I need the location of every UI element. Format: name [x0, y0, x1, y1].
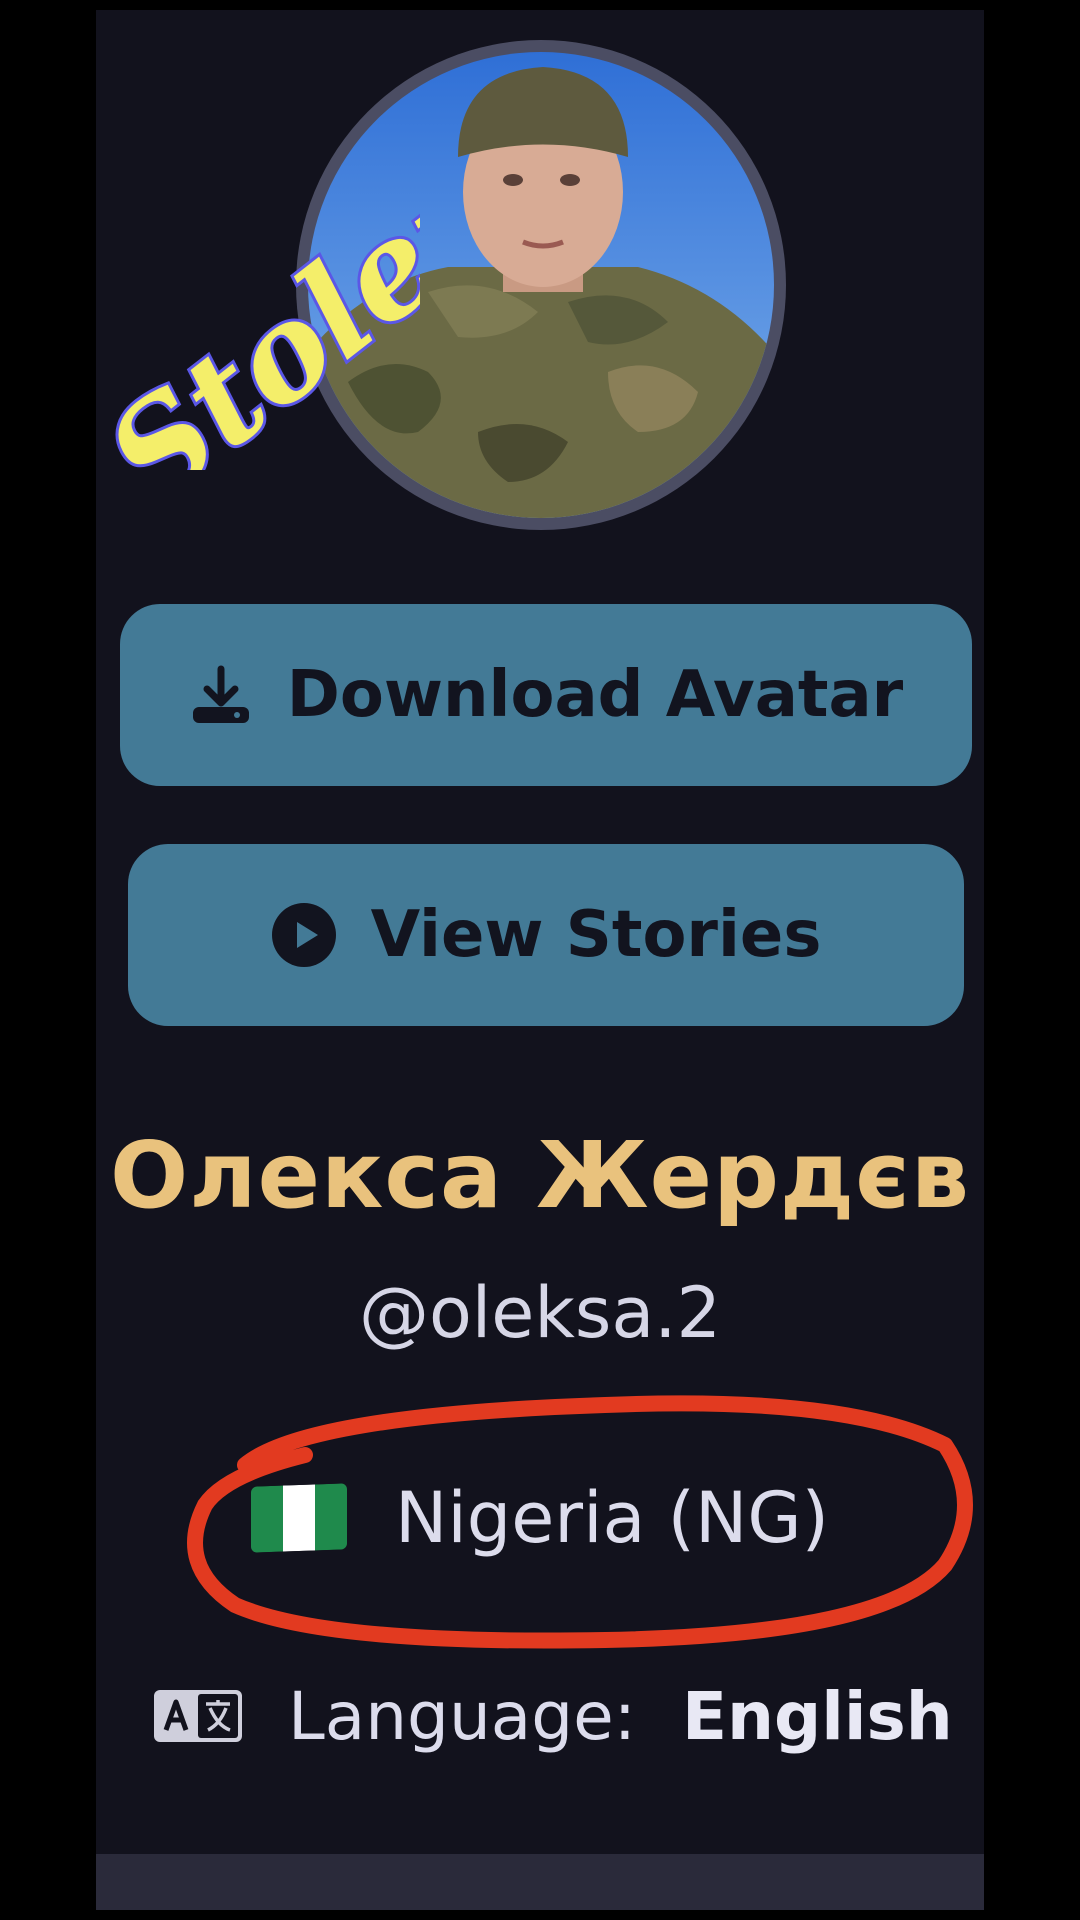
avatar-photo-drawing: [308, 52, 774, 518]
language-label: Language:: [288, 1677, 636, 1755]
language-row: Language: English: [154, 1676, 953, 1756]
screen: Download Avatar View Stories Олекса Жерд…: [0, 0, 1080, 1920]
country-row: Nigeria (NG): [251, 1477, 829, 1559]
country-name: Nigeria (NG): [395, 1477, 829, 1559]
avatar[interactable]: [296, 40, 786, 530]
play-circle-icon: [271, 902, 337, 968]
avatar-photo: [308, 52, 774, 518]
download-icon: [189, 663, 253, 727]
download-avatar-label: Download Avatar: [286, 658, 904, 732]
username-handle: @oleksa.2: [358, 1272, 722, 1354]
display-name: Олекса Жердєв: [109, 1122, 970, 1229]
view-stories-button[interactable]: View Stories: [128, 844, 964, 1026]
view-stories-label: View Stories: [370, 898, 822, 972]
profile-panel: Download Avatar View Stories Олекса Жерд…: [96, 10, 984, 1910]
download-avatar-button[interactable]: Download Avatar: [120, 604, 972, 786]
panel-footer-bar: [96, 1854, 984, 1910]
language-value: English: [681, 1677, 953, 1755]
translate-icon: [154, 1690, 242, 1742]
nigeria-flag-icon: [251, 1483, 347, 1553]
